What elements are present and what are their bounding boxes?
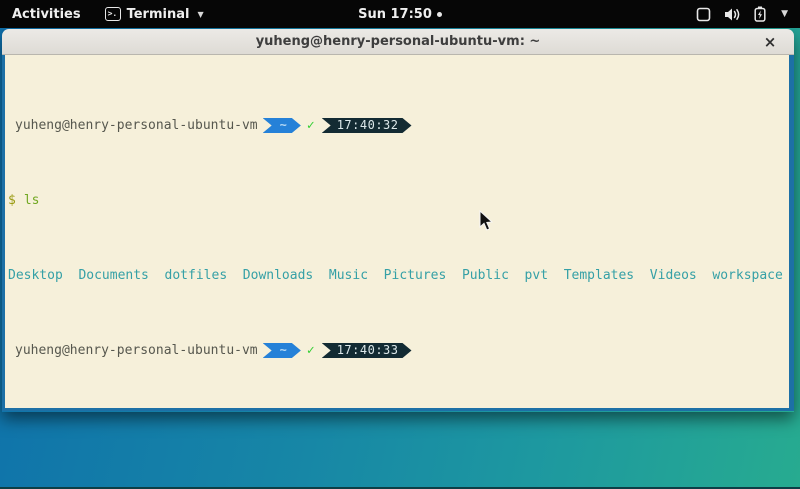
volume-icon [724, 7, 741, 22]
clock-button[interactable]: Sun 17:50 [358, 7, 432, 22]
app-menu-label: Terminal [127, 7, 190, 22]
window-title: yuheng@henry-personal-ubuntu-vm: ~ [256, 34, 541, 49]
prompt-line: yuheng@henry-personal-ubuntu-vm ~ ✓ 17:4… [8, 118, 789, 133]
mouse-pointer-icon [479, 210, 493, 232]
chevron-down-icon: ▼ [197, 10, 203, 19]
status-check-icon: ✓ [307, 118, 315, 133]
battery-charging-icon [754, 6, 766, 22]
media-indicator-dot [437, 12, 442, 17]
system-tray-button[interactable]: ▼ [696, 0, 800, 28]
prompt-time-banner: 17:40:33 [322, 343, 412, 358]
terminal-content[interactable]: yuheng@henry-personal-ubuntu-vm ~ ✓ 17:4… [2, 55, 794, 411]
gnome-top-bar: Activities >. Terminal ▼ Sun 17:50 [0, 0, 800, 28]
close-icon[interactable]: × [760, 29, 780, 55]
prompt-user-host: yuheng@henry-personal-ubuntu-vm [15, 118, 258, 133]
prompt-cwd-banner: ~ [263, 343, 301, 358]
top-bar-left: Activities >. Terminal ▼ [0, 0, 214, 28]
activities-button[interactable]: Activities [0, 0, 95, 28]
window-titlebar[interactable]: yuheng@henry-personal-ubuntu-vm: ~ × [2, 29, 794, 55]
chevron-down-icon: ▼ [781, 9, 788, 19]
status-check-icon: ✓ [307, 343, 315, 358]
terminal-window: yuheng@henry-personal-ubuntu-vm: ~ × yuh… [2, 29, 794, 412]
prompt-symbol: $ [8, 193, 16, 208]
app-menu-terminal[interactable]: >. Terminal ▼ [95, 0, 214, 28]
ls-output: Desktop Documents dotfiles Downloads Mus… [8, 268, 789, 283]
prompt-time-banner: 17:40:32 [322, 118, 412, 133]
prompt-cwd-banner: ~ [263, 118, 301, 133]
command-line: $ ls [8, 193, 789, 208]
prompt-line: yuheng@henry-personal-ubuntu-vm ~ ✓ 17:4… [8, 343, 789, 358]
prompt-user-host: yuheng@henry-personal-ubuntu-vm [15, 343, 258, 358]
display-icon [696, 7, 711, 22]
desktop-screen: Activities >. Terminal ▼ Sun 17:50 [0, 0, 800, 489]
desktop-wallpaper: yuheng@henry-personal-ubuntu-vm: ~ × yuh… [0, 28, 800, 489]
terminal-icon: >. [105, 7, 121, 21]
typed-command: ls [24, 193, 40, 208]
